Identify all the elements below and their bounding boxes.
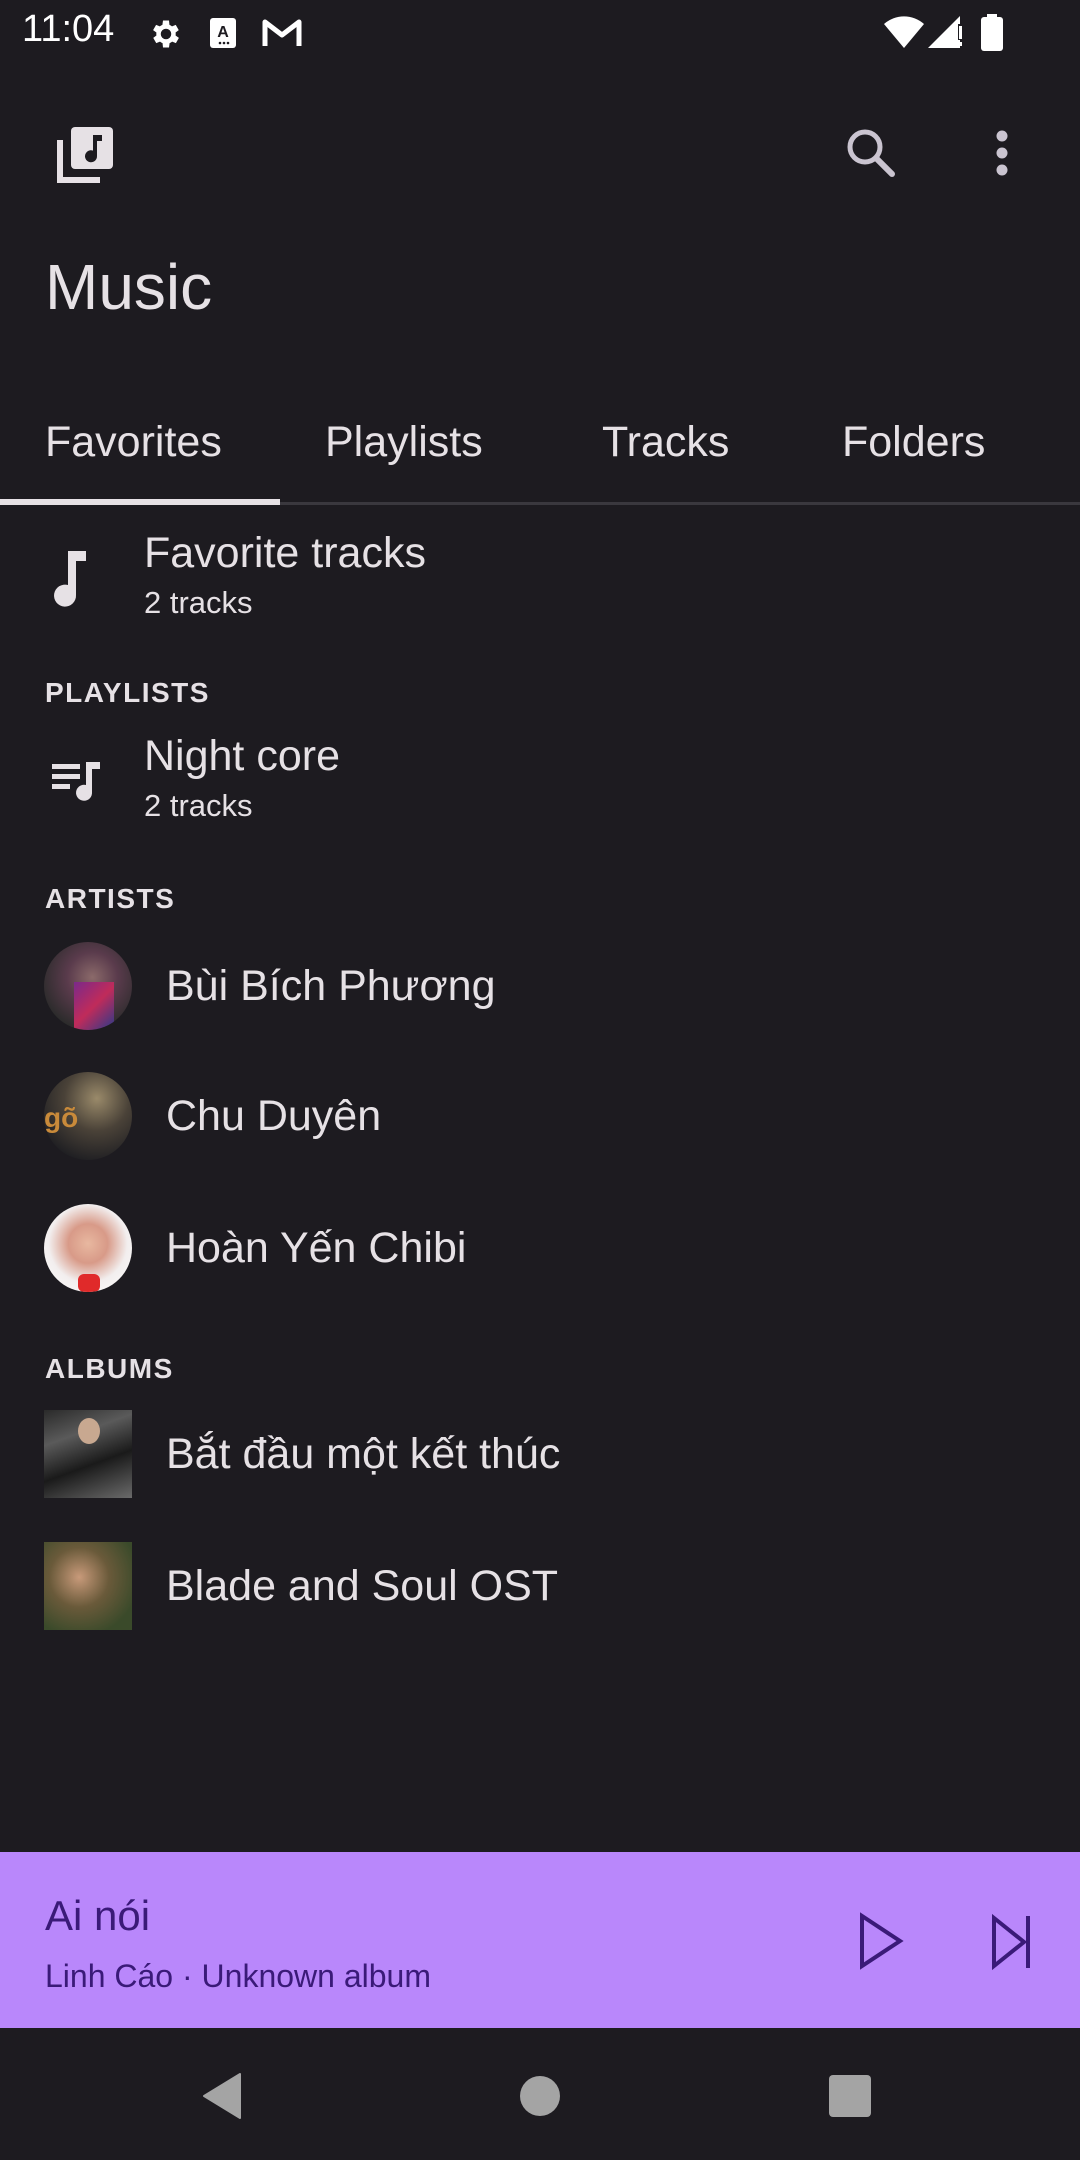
status-time: 11:04: [22, 8, 115, 50]
playlist-item[interactable]: Night core 2 tracks: [0, 720, 1080, 860]
favorite-tracks-title: Favorite tracks: [144, 529, 426, 577]
keyboard-a-icon: A: [210, 18, 236, 48]
search-button[interactable]: [838, 120, 902, 184]
skip-next-button[interactable]: [980, 1906, 1048, 1974]
album-name: Bắt đầu một kết thúc: [166, 1430, 561, 1478]
favorite-tracks-count: 2 tracks: [144, 585, 253, 620]
favorite-tracks-item[interactable]: Favorite tracks 2 tracks: [0, 515, 1080, 655]
playlist-track-count: 2 tracks: [144, 788, 253, 823]
tab-playlists[interactable]: Playlists: [325, 418, 483, 467]
artist-item[interactable]: gõ Chu Duyên: [0, 1052, 1080, 1184]
album-item[interactable]: Bắt đầu một kết thúc: [0, 1390, 1080, 1522]
section-header-albums: ALBUMS: [45, 1353, 174, 1384]
queue-music-icon: [52, 762, 100, 801]
wifi-icon: [884, 16, 924, 48]
section-header-playlists: PLAYLISTS: [45, 677, 210, 708]
now-playing-title: Ai nói: [45, 1892, 151, 1939]
play-icon: [860, 1912, 904, 1970]
album-name: Blade and Soul OST: [166, 1562, 559, 1610]
tab-tracks[interactable]: Tracks: [602, 418, 729, 467]
music-note-icon: [54, 551, 86, 607]
search-icon: [847, 129, 895, 177]
artist-item[interactable]: Bùi Bích Phương: [0, 920, 1080, 1052]
svg-text:A: A: [217, 24, 229, 41]
home-icon[interactable]: [518, 2074, 562, 2118]
skip-next-icon: [992, 1913, 1030, 1971]
back-icon[interactable]: [200, 2072, 248, 2120]
artist-avatar: [44, 1204, 132, 1292]
settings-gear-icon: [153, 20, 179, 48]
album-item[interactable]: Blade and Soul OST: [0, 1522, 1080, 1654]
artist-avatar: gõ: [44, 1072, 132, 1160]
playlist-title: Night core: [144, 732, 340, 780]
album-cover: [44, 1542, 132, 1630]
recents-icon[interactable]: [828, 2074, 872, 2118]
artist-name: Bùi Bích Phương: [166, 962, 496, 1010]
artist-name: Hoàn Yến Chibi: [166, 1224, 467, 1272]
play-button[interactable]: [848, 1906, 916, 1974]
now-playing-subtitle: Linh Cáo · Unknown album: [45, 1958, 431, 1994]
tab-selected-indicator: [0, 499, 280, 505]
battery-full-icon: [981, 14, 1003, 51]
gmail-icon: [262, 19, 302, 46]
artist-name: Chu Duyên: [166, 1092, 382, 1140]
album-cover: [44, 1410, 132, 1498]
tab-folders[interactable]: Folders: [842, 418, 985, 467]
system-nav-bar: [0, 2028, 1080, 2160]
music-library-icon: [57, 127, 113, 183]
section-header-artists: ARTISTS: [45, 883, 176, 914]
artist-avatar: [44, 942, 132, 1030]
cell-signal-alert-icon: [928, 16, 964, 48]
tab-favorites[interactable]: Favorites: [45, 418, 222, 467]
now-playing-bar[interactable]: Ai nói Linh Cáo · Unknown album: [0, 1852, 1080, 2028]
artist-item[interactable]: Hoàn Yến Chibi: [0, 1184, 1080, 1316]
page-title: Music: [45, 251, 213, 323]
more-vert-icon: [996, 130, 1008, 176]
tab-bar: Favorites Playlists Tracks Folders: [0, 400, 1080, 504]
more-options-button[interactable]: [970, 120, 1034, 184]
